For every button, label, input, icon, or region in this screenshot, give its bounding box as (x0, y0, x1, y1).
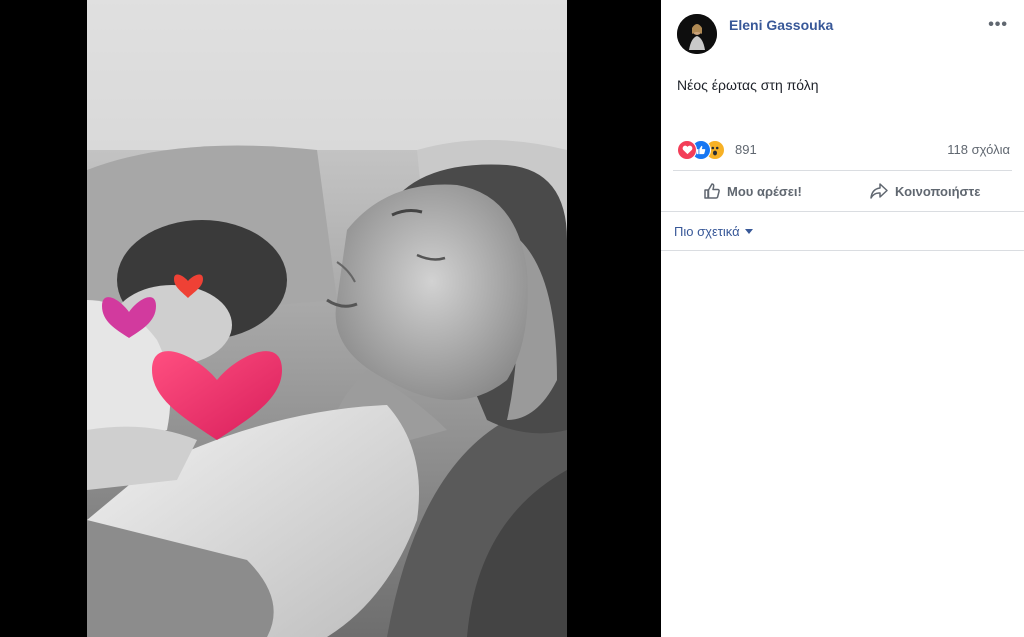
related-dropdown-label: Πιο σχετικά (674, 224, 740, 239)
reaction-count[interactable]: 891 (735, 142, 757, 157)
share-icon (870, 183, 888, 199)
heart-reaction-icon (677, 140, 697, 160)
author-name-link[interactable]: Eleni Gassouka (729, 17, 833, 33)
post-side-panel: Eleni Gassouka ••• Νέος έρωτας στη πόλη … (661, 0, 1024, 637)
share-button-label: Κοινοποιήστε (895, 183, 981, 199)
photo-viewer (0, 0, 661, 637)
comments-count-link[interactable]: 118 σχόλια (947, 142, 1010, 157)
avatar[interactable] (677, 14, 717, 54)
like-button[interactable]: Μου αρέσει! (703, 171, 802, 211)
divider (661, 211, 1024, 212)
more-options-icon[interactable]: ••• (988, 16, 1008, 34)
divider (661, 250, 1024, 251)
related-dropdown[interactable]: Πιο σχετικά (674, 224, 753, 239)
chevron-down-icon (744, 229, 753, 234)
post-header: Eleni Gassouka ••• (677, 14, 1012, 56)
photo-image (87, 0, 567, 637)
share-button[interactable]: Κοινοποιήστε (869, 171, 980, 211)
like-button-label: Μου αρέσει! (727, 183, 802, 199)
post-actions: Μου αρέσει! Κοινοποιήστε (673, 171, 1012, 211)
reactions-bar: 891 118 σχόλια (677, 140, 1010, 160)
post-text: Νέος έρωτας στη πόλη (677, 77, 819, 93)
post-photo[interactable] (87, 0, 567, 637)
like-icon (704, 183, 720, 199)
avatar-image (677, 14, 717, 54)
